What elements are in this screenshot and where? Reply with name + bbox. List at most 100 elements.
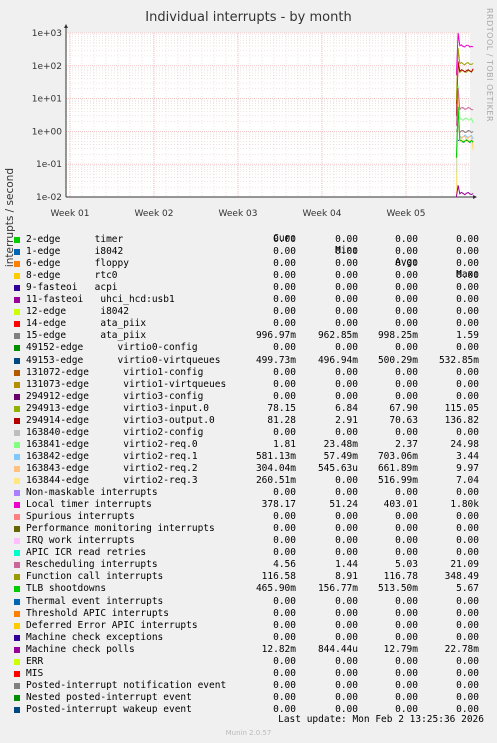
- legend-row: 294913-edge virtio3-input.0 78.15 6.84 67.9…: [0, 403, 497, 415]
- legend-min-value: 0.00: [335, 535, 358, 547]
- legend-swatch: [14, 369, 20, 376]
- legend-cur-value: 0.00: [273, 270, 296, 282]
- legend-avg-value: 0.00: [395, 631, 418, 643]
- legend-cur-value: 4.56: [273, 559, 296, 571]
- legend-row: 163841-edge virtio2-req.0 1.81 23.48m 2.37 2…: [0, 439, 497, 451]
- legend-avg-value: 0.00: [395, 607, 418, 619]
- legend-max-value: 24.98: [450, 438, 479, 450]
- legend-avg-value: 0.00: [395, 619, 418, 631]
- legend-header: Cur: Min: Avg: Max:: [0, 221, 497, 280]
- legend-series-name: MIS: [26, 667, 44, 679]
- legend-row: 49153-edge virtio0-virtqueues 499.73m 496.…: [0, 355, 497, 367]
- legend-avg-value: 12.79m: [383, 643, 418, 655]
- legend-cur-value: 0.00: [273, 655, 296, 667]
- legend-series-name: Rescheduling interrupts: [26, 559, 158, 571]
- legend-series-name: APIC ICR read retries: [26, 547, 147, 559]
- x-tick-label: Week 03: [219, 209, 258, 219]
- legend-cur-value: 0.00: [273, 366, 296, 378]
- legend-row: Local timer interrupts 378.17 51.24 403.01 1…: [0, 499, 497, 511]
- y-tick-label: 1e-01: [36, 160, 62, 170]
- legend-swatch: [14, 694, 20, 701]
- legend-cur-value: 0.00: [273, 282, 296, 294]
- legend-avg-value: 998.25m: [377, 330, 418, 342]
- legend-min-value: 0.00: [335, 246, 358, 258]
- legend-min-value: 0.00: [335, 679, 358, 691]
- legend-swatch: [14, 586, 20, 593]
- legend-swatch: [14, 562, 20, 569]
- y-tick-label: 1e-02: [36, 193, 62, 203]
- legend-min-value: 0.00: [335, 318, 358, 330]
- legend-avg-value: 0.00: [395, 282, 418, 294]
- legend-max-value: 0.00: [456, 426, 479, 438]
- legend-min-value: 156.77m: [317, 583, 358, 595]
- legend-avg-value: 513.50m: [377, 583, 418, 595]
- legend-swatch: [14, 273, 20, 280]
- legend-cur-value: 0.00: [273, 535, 296, 547]
- legend-avg-value: 5.03: [395, 559, 418, 571]
- legend-series-name: IRQ work interrupts: [26, 535, 135, 547]
- legend-avg-value: 0.00: [395, 655, 418, 667]
- legend-min-value: 0.00: [335, 523, 358, 535]
- legend-series-name: 11-fasteoi uhci_hcd:usb1: [26, 294, 175, 306]
- legend-avg-value: 0.00: [395, 535, 418, 547]
- legend-min-value: 0.00: [335, 426, 358, 438]
- legend-series-name: Thermal event interrupts: [26, 595, 164, 607]
- x-tick-label: Week 04: [303, 209, 342, 219]
- legend-series-name: Non-maskable interrupts: [26, 487, 158, 499]
- legend-cur-value: 116.58: [261, 571, 296, 583]
- legend-cur-value: 81.28: [267, 414, 296, 426]
- legend-swatch: [14, 441, 20, 448]
- legend-avg-value: 0.00: [395, 667, 418, 679]
- legend-row: 131073-edge virtio1-virtqueues 0.00 0.00 0.…: [0, 379, 497, 391]
- legend-min-value: 6.84: [335, 402, 358, 414]
- legend-max-value: 0.00: [456, 691, 479, 703]
- legend-series-name: 6-edge floppy: [26, 258, 129, 270]
- legend-series-name: 163840-edge virtio2-config: [26, 426, 204, 438]
- legend-avg-value: 0.00: [395, 378, 418, 390]
- legend-row: 12-edge i8042 0.00 0.00 0.00 0.00: [0, 306, 497, 318]
- legend-swatch: [14, 465, 20, 472]
- legend-row: 2-edge timer 0.00 0.00 0.00 0.00: [0, 234, 497, 246]
- legend-cur-value: 0.00: [273, 607, 296, 619]
- legend-cur-value: 0.00: [273, 511, 296, 523]
- legend-cur-value: 581.13m: [255, 450, 296, 462]
- legend-max-value: 0.00: [456, 655, 479, 667]
- legend-avg-value: 67.90: [389, 402, 418, 414]
- footer-version: Munin 2.0.57: [225, 729, 272, 737]
- legend-swatch: [14, 526, 20, 533]
- legend-avg-value: 0.00: [395, 511, 418, 523]
- legend-series-name: Nested posted-interrupt event: [26, 691, 192, 703]
- legend-row: Machine check exceptions 0.00 0.00 0.00 0.00: [0, 632, 497, 644]
- legend-row: ERR 0.00 0.00 0.00 0.00: [0, 656, 497, 668]
- legend-series-name: Spurious interrupts: [26, 511, 135, 523]
- legend-swatch: [14, 670, 20, 677]
- y-tick-label: 1e+01: [32, 95, 62, 105]
- plot-area: [66, 33, 470, 197]
- legend-max-value: 0.00: [456, 234, 479, 245]
- legend-min-value: 0.00: [335, 607, 358, 619]
- legend-row: 1-edge i8042 0.00 0.00 0.00 0.00: [0, 246, 497, 258]
- legend-swatch: [14, 610, 20, 617]
- legend-avg-value: 116.78: [383, 571, 418, 583]
- legend-min-value: 0.00: [335, 511, 358, 523]
- legend-cur-value: 0.00: [273, 679, 296, 691]
- legend-avg-value: 0.00: [395, 294, 418, 306]
- legend-row: 294912-edge virtio3-config 0.00 0.00 0.00 0.…: [0, 391, 497, 403]
- legend-row: Rescheduling interrupts 4.56 1.44 5.03 21.09: [0, 559, 497, 571]
- legend-min-value: 8.91: [335, 571, 358, 583]
- legend-series-name: 12-edge i8042: [26, 306, 129, 318]
- legend-row: 8-edge rtc0 0.00 0.00 0.00 0.00: [0, 270, 497, 282]
- legend-cur-value: 12.82m: [261, 643, 296, 655]
- legend-max-value: 0.00: [456, 258, 479, 270]
- x-tick-label: Week 01: [51, 209, 90, 219]
- legend-swatch: [14, 309, 20, 316]
- legend-max-value: 0.00: [456, 390, 479, 402]
- legend-cur-value: 996.97m: [255, 330, 296, 342]
- last-update: Last update: Mon Feb 2 13:25:36 2026: [278, 714, 484, 725]
- legend-series-name: Machine check polls: [26, 643, 135, 655]
- legend-series-name: 163842-edge virtio2-req.1: [26, 450, 198, 462]
- legend-row: APIC ICR read retries 0.00 0.00 0.00 0.00: [0, 547, 497, 559]
- legend-row: Posted-interrupt notification event 0.00 0…: [0, 680, 497, 692]
- legend-series-name: Local timer interrupts: [26, 499, 152, 511]
- legend-swatch: [14, 706, 20, 713]
